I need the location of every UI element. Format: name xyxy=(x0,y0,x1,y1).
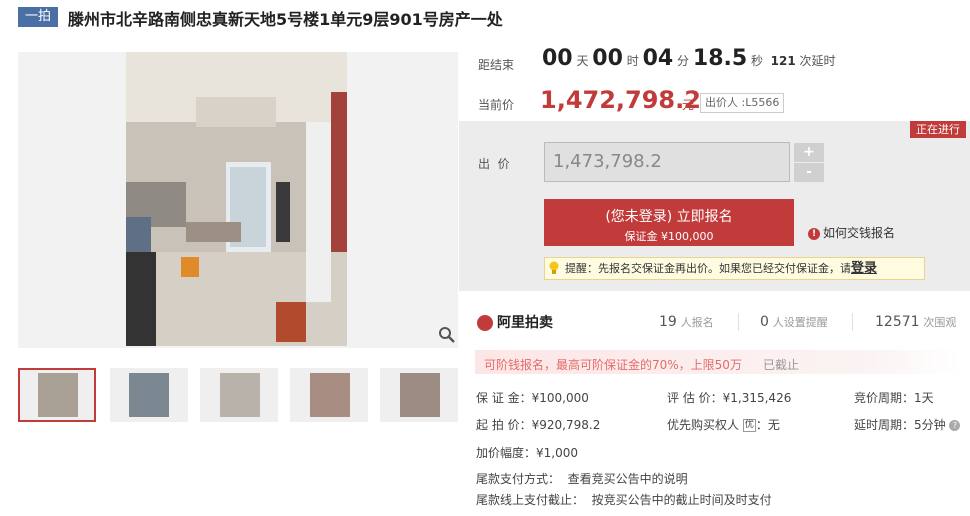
start-price-info: 起 拍 价：¥920,798.2 xyxy=(476,418,601,432)
bidder-tag: 出价人 :L5566 xyxy=(700,93,785,113)
current-price-label: 当前价 xyxy=(478,98,515,112)
loan-notice-status: 已截止 xyxy=(763,358,800,372)
status-badge: 正在进行 xyxy=(910,121,966,138)
current-price-value: 1,472,798.2 xyxy=(540,86,701,114)
reminder-count: 0 人设置提醒 xyxy=(760,314,828,330)
reminder-number: 0 xyxy=(760,314,769,330)
thumbnail-1[interactable] xyxy=(18,368,96,422)
lightbulb-icon xyxy=(549,261,559,274)
priority-label: 优先购买权人 xyxy=(667,418,740,432)
countdown-timer: 00 天 00 时 04 分 18.5 秒 121 次延时 xyxy=(542,46,836,71)
countdown-minutes-unit: 分 xyxy=(677,54,690,68)
period-info: 竞价周期：1天 xyxy=(854,391,934,405)
view-count: 12571 次围观 xyxy=(875,314,956,330)
tip-text: 提醒：先报名交保证金再出价。如果您已经交付保证金，请 xyxy=(565,262,851,275)
brand-name: 阿里拍卖 xyxy=(497,315,553,331)
priority-value: ：无 xyxy=(755,418,780,432)
signup-number: 19 xyxy=(659,314,677,330)
signup-unit: 人报名 xyxy=(680,316,714,329)
thumbnail-4[interactable] xyxy=(290,368,368,422)
countdown-days: 00 xyxy=(542,46,573,71)
appraisal-info: 评 估 价：¥1,315,426 xyxy=(667,391,792,405)
alibaba-auction-icon xyxy=(477,315,493,331)
how-to-pay-text: 如何交钱报名 xyxy=(823,226,896,240)
priority-info: 优先购买权人 优：无 xyxy=(667,416,780,433)
delay-text: 延时周期：5分钟 xyxy=(854,418,946,432)
thumbnail-5[interactable] xyxy=(380,368,458,422)
register-button[interactable]: (您未登录) 立即报名 保证金 ¥100,000 xyxy=(544,199,794,246)
countdown-seconds-unit: 秒 xyxy=(751,54,764,68)
page-title: 滕州市北辛路南侧忠真新天地5号楼1单元9层901号房产一处 xyxy=(68,10,503,29)
tip-banner: 提醒：先报名交保证金再出价。如果您已经交付保证金，请登录 xyxy=(544,257,925,280)
divider xyxy=(852,313,853,331)
countdown-hours: 00 xyxy=(592,46,623,71)
register-button-label: (您未登录) 立即报名 xyxy=(605,209,733,225)
login-link[interactable]: 登录 xyxy=(851,261,877,276)
bid-amount-input[interactable]: 1,473,798.2 xyxy=(544,142,790,182)
balance-method-info: 尾款支付方式： 查看竞买公告中的说明 xyxy=(476,472,688,486)
info-icon: ! xyxy=(808,227,820,240)
signup-count: 19 人报名 xyxy=(659,314,714,330)
divider xyxy=(738,313,739,331)
thumbnail-3[interactable] xyxy=(200,368,278,422)
main-photo[interactable] xyxy=(126,52,347,346)
view-number: 12571 xyxy=(875,314,920,330)
decrease-bid-button[interactable]: - xyxy=(794,163,824,182)
delay-info: 延时周期：5分钟 ? xyxy=(854,416,961,433)
thumbnail-2[interactable] xyxy=(110,368,188,422)
current-price-unit: 元 xyxy=(682,98,695,112)
register-deposit-label: 保证金 ¥100,000 xyxy=(624,230,714,243)
countdown-days-unit: 天 xyxy=(576,54,589,68)
alibaba-auction-logo: 阿里拍卖 xyxy=(477,312,553,332)
balance-deadline-info: 尾款线上支付截止： 按竞买公告中的截止时间及时支付 xyxy=(476,493,772,507)
countdown-seconds: 18.5 xyxy=(692,46,748,71)
countdown-hours-unit: 时 xyxy=(626,54,639,68)
bid-label: 出 价 xyxy=(478,157,510,171)
extension-count: 121 xyxy=(770,54,796,68)
increase-bid-button[interactable]: + xyxy=(794,143,824,162)
auction-round-badge: 一拍 xyxy=(18,7,58,27)
zoom-icon[interactable] xyxy=(438,326,456,344)
priority-badge[interactable]: 优 xyxy=(742,419,756,432)
countdown-minutes: 04 xyxy=(642,46,674,71)
increment-info: 加价幅度：¥1,000 xyxy=(476,446,578,460)
deposit-info: 保 证 金：¥100,000 xyxy=(476,391,589,405)
extension-unit: 次延时 xyxy=(799,54,836,68)
how-to-pay-link[interactable]: ! 如何交钱报名 xyxy=(808,224,895,241)
reminder-unit: 人设置提醒 xyxy=(772,316,828,329)
help-icon[interactable]: ? xyxy=(949,420,961,431)
loan-notice-text[interactable]: 可阶钱报名，最高可阶保证金的70%，上限50万 xyxy=(484,356,742,373)
countdown-label: 距结束 xyxy=(478,58,515,72)
view-unit: 次围观 xyxy=(923,316,957,329)
